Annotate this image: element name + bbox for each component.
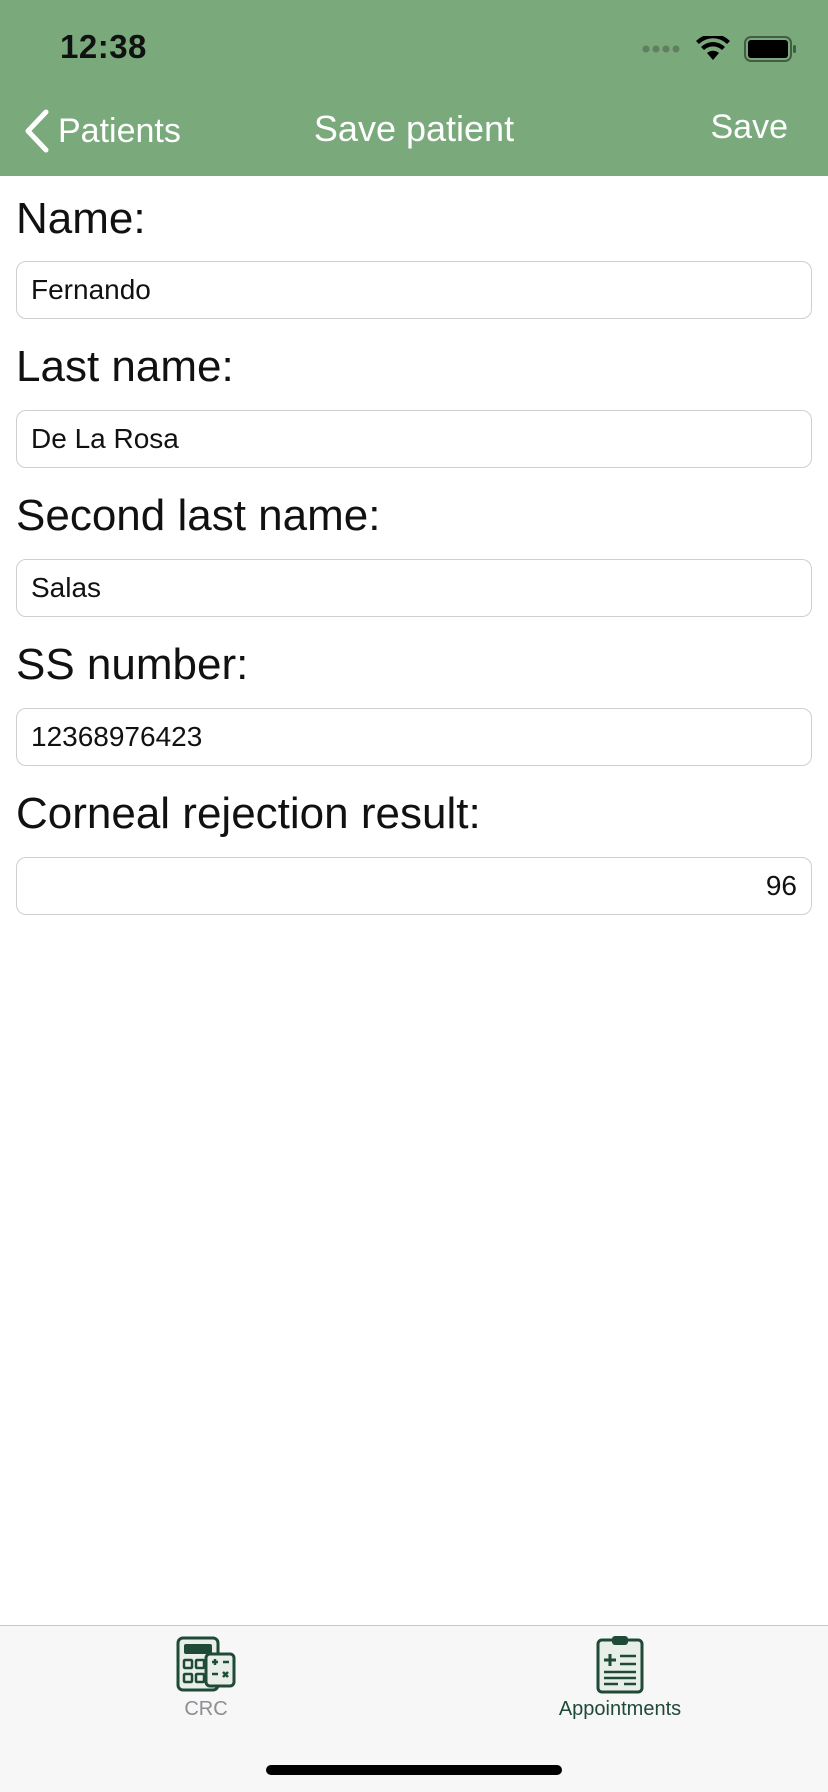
second-last-name-label: Second last name: <box>16 491 381 540</box>
tab-crc-label: CRC <box>184 1698 228 1720</box>
second-last-name-input[interactable] <box>16 559 812 617</box>
last-name-input[interactable] <box>16 410 812 468</box>
signal-icon <box>642 45 680 53</box>
ss-number-label: SS number: <box>16 640 249 689</box>
corneal-rejection-label: Corneal rejection result: <box>16 789 481 838</box>
name-input[interactable] <box>16 261 812 319</box>
page-title: Save patient <box>313 108 515 149</box>
calculator-icon <box>176 1636 236 1692</box>
home-indicator[interactable] <box>266 1765 562 1775</box>
last-name-label: Last name: <box>16 342 234 391</box>
tab-appointments-label: Appointments <box>558 1698 682 1720</box>
status-time: 12:38 <box>60 28 147 65</box>
save-button[interactable]: Save <box>711 108 789 147</box>
battery-icon <box>744 36 796 62</box>
screen: 12:38 Patients Save patient Save Name: F… <box>0 0 828 1792</box>
ss-number-input[interactable] <box>16 708 812 766</box>
wifi-icon <box>696 36 730 60</box>
tab-crc[interactable]: CRC <box>86 1634 326 1721</box>
status-icons <box>642 32 798 66</box>
name-label: Name: <box>16 194 146 243</box>
corneal-rejection-input[interactable] <box>16 857 812 915</box>
tab-appointments[interactable]: Appointments <box>500 1634 740 1721</box>
header: 12:38 Patients Save patient Save <box>0 0 828 176</box>
clipboard-icon <box>596 1636 644 1694</box>
